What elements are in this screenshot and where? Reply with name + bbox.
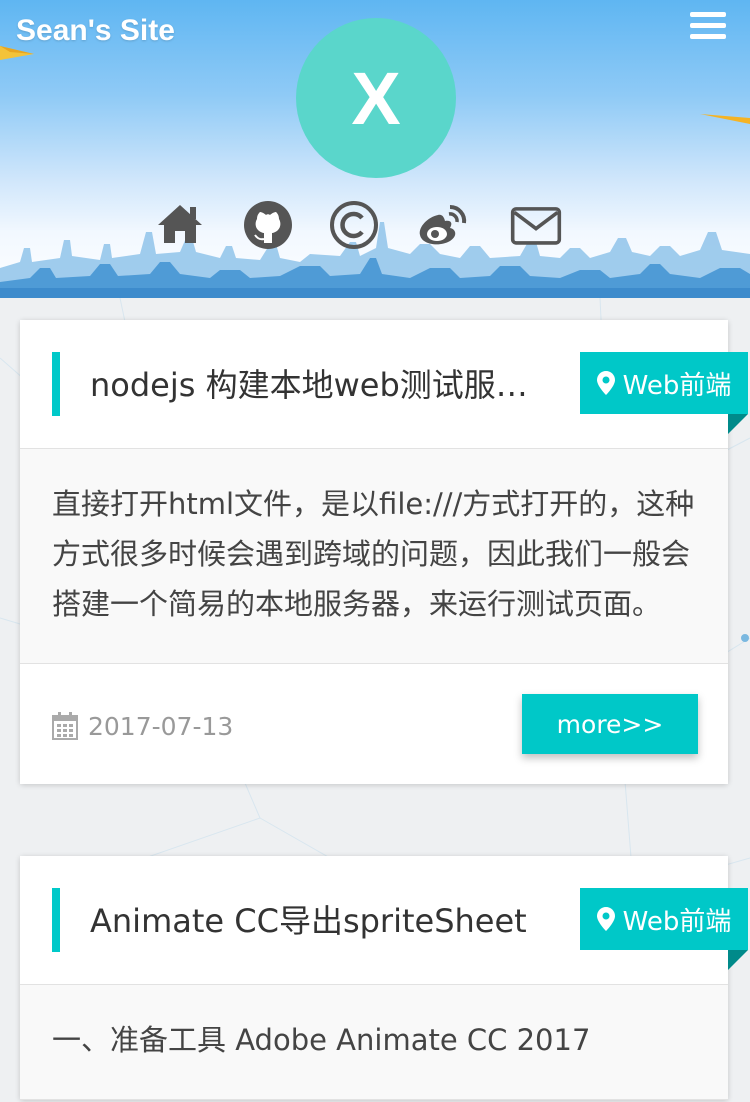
- tag-fold: [728, 414, 748, 434]
- post-card: Animate CC导出spriteSheet Web前端 一、准备工具 Ado…: [20, 856, 748, 1100]
- weibo-icon: [419, 204, 467, 245]
- menu-button[interactable]: [690, 12, 726, 42]
- post-title[interactable]: nodejs 构建本地web测试服务器: [90, 360, 530, 406]
- map-marker-icon: [596, 907, 615, 931]
- post-footer: 2017-07-13 more>>: [20, 664, 728, 784]
- post-date: 2017-07-13: [52, 710, 233, 742]
- home-link[interactable]: [152, 198, 208, 252]
- hero-header: Sean's Site X: [0, 0, 750, 298]
- github-link[interactable]: [240, 198, 296, 252]
- category-tag[interactable]: Web前端: [580, 888, 748, 950]
- weibo-link[interactable]: [414, 198, 470, 252]
- copyright-link[interactable]: [326, 198, 382, 252]
- post-title[interactable]: Animate CC导出spriteSheet: [90, 896, 530, 942]
- site-title[interactable]: Sean's Site: [16, 14, 175, 48]
- category-tag[interactable]: Web前端: [580, 352, 748, 414]
- post-header: nodejs 构建本地web测试服务器 Web前端: [20, 320, 748, 449]
- github-icon: [244, 201, 292, 249]
- title-accent-bar: [52, 352, 60, 416]
- social-links: [0, 198, 750, 254]
- title-accent-bar: [52, 888, 60, 952]
- calendar-icon: [52, 712, 78, 740]
- excerpt-text: 直接打开html文件，是以file:///方式打开的，这种方式很多时候会遇到跨域…: [52, 487, 695, 621]
- tag-fold: [728, 950, 748, 970]
- map-marker-icon: [596, 371, 615, 395]
- avatar[interactable]: X: [296, 18, 456, 178]
- mail-link[interactable]: [508, 198, 564, 252]
- category-label: Web前端: [622, 370, 732, 401]
- category-label: Web前端: [622, 906, 732, 937]
- menu-line: [690, 12, 726, 17]
- post-card: nodejs 构建本地web测试服务器 Web前端 直接打开html文件，是以f…: [20, 320, 748, 784]
- post-header: Animate CC导出spriteSheet Web前端: [20, 856, 748, 985]
- post-excerpt: 直接打开html文件，是以file:///方式打开的，这种方式很多时候会遇到跨域…: [20, 449, 728, 664]
- mail-icon: [510, 207, 562, 245]
- read-more-button[interactable]: more>>: [522, 694, 698, 754]
- menu-line: [690, 23, 726, 28]
- home-icon: [158, 205, 202, 243]
- date-text: 2017-07-13: [88, 711, 234, 741]
- paper-plane-right: [700, 114, 750, 124]
- copyright-icon: [330, 201, 378, 249]
- excerpt-text: 一、准备工具 Adobe Animate CC 2017: [52, 1023, 591, 1057]
- post-excerpt: 一、准备工具 Adobe Animate CC 2017: [20, 985, 728, 1100]
- menu-line: [690, 34, 726, 39]
